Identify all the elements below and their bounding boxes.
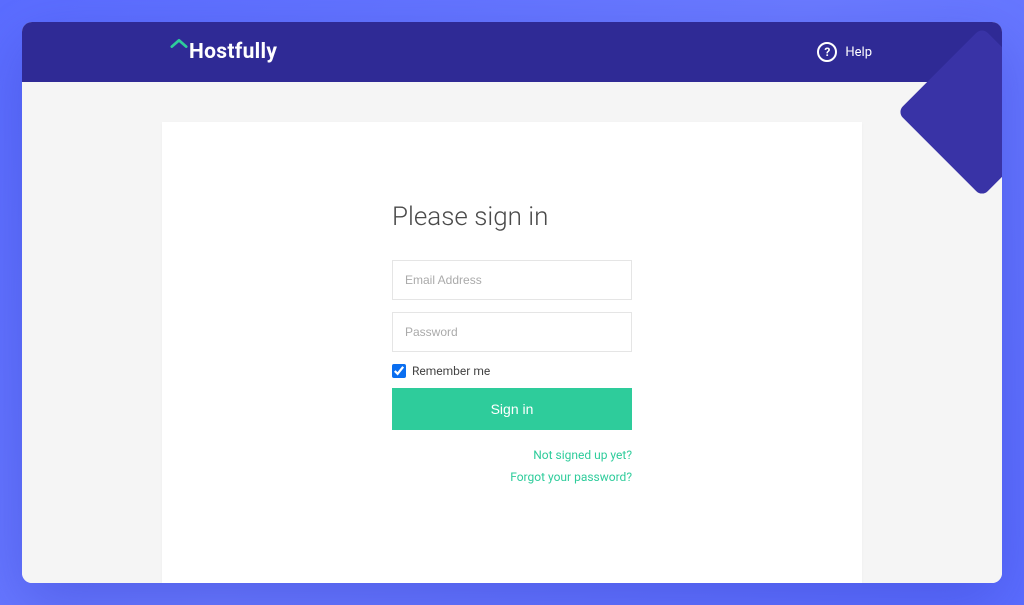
logo-roof-icon [170,38,188,48]
header-bar: Hostfully ? Help [22,22,1002,82]
signup-link[interactable]: Not signed up yet? [392,448,632,462]
help-icon: ? [817,42,837,62]
remember-me-label: Remember me [412,364,490,378]
password-field[interactable] [392,312,632,352]
sign-in-button[interactable]: Sign in [392,388,632,430]
content-area: Please sign in Remember me Sign in Not s… [22,82,1002,583]
brand-logo: Hostfully [170,40,277,64]
app-window: Hostfully ? Help Please sign in Remember… [22,22,1002,583]
auth-links: Not signed up yet? Forgot your password? [392,448,632,484]
help-link[interactable]: ? Help [817,42,872,62]
page-title: Please sign in [392,202,632,232]
signin-form: Please sign in Remember me Sign in Not s… [392,202,632,484]
forgot-password-link[interactable]: Forgot your password? [392,470,632,484]
email-field[interactable] [392,260,632,300]
remember-me-row[interactable]: Remember me [392,364,632,378]
help-label: Help [845,45,872,60]
remember-me-checkbox[interactable] [392,364,406,378]
signin-card: Please sign in Remember me Sign in Not s… [162,122,862,583]
logo-text: Hostfully [189,40,277,64]
